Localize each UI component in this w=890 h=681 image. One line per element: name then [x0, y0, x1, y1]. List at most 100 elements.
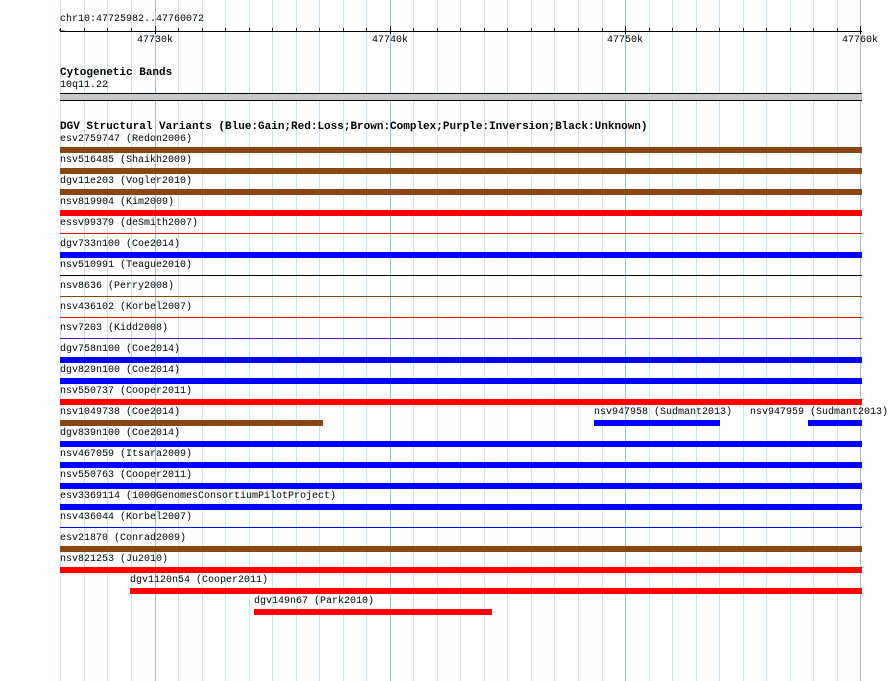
ruler-tick-label: 47750k [606, 35, 644, 46]
ruler-tick [743, 28, 744, 32]
grid-line [672, 0, 673, 681]
grid-line [343, 0, 344, 681]
variant-complex-bar[interactable] [60, 546, 862, 552]
ruler-tick [578, 28, 579, 32]
ruler-tick [860, 26, 861, 34]
variant-gain-bar[interactable] [60, 357, 862, 363]
ruler-tick [437, 28, 438, 32]
variant-loss-bar[interactable] [60, 233, 862, 234]
ruler-tick [766, 28, 767, 32]
ruler-tick [602, 28, 603, 32]
ruler-tick [837, 28, 838, 32]
grid-line [790, 0, 791, 681]
ruler-tick [155, 26, 156, 34]
cytoband-track-title: Cytogenetic Bands [60, 67, 173, 79]
variant-label: nsv7203 (Kidd2008) [60, 323, 169, 334]
ruler-tick-label: 47740k [371, 35, 409, 46]
variant-loss-bar[interactable] [130, 588, 862, 594]
grid-line [366, 0, 367, 681]
variant-label: nsv8636 (Perry2008) [60, 281, 175, 292]
grid-line [743, 0, 744, 681]
variant-gain-bar[interactable] [60, 527, 862, 528]
grid-line [484, 0, 485, 681]
grid-line [602, 0, 603, 681]
grid-line [413, 0, 414, 681]
variant-inversion-bar[interactable] [60, 338, 862, 339]
variant-label: esv2759747 (Redon2006) [60, 134, 193, 145]
variant-complex-bar[interactable] [60, 420, 323, 426]
ruler-tick [319, 28, 320, 32]
variant-label: esv3369114 (1000GenomesConsortiumPilotPr… [60, 491, 337, 502]
grid-line [60, 0, 61, 681]
grid-line [272, 0, 273, 681]
ruler-axis [60, 31, 862, 32]
variant-loss-bar[interactable] [60, 317, 862, 318]
grid-line [554, 0, 555, 681]
ruler-tick [131, 28, 132, 32]
ruler-tick [507, 28, 508, 32]
grid-line [531, 0, 532, 681]
ruler-tick [366, 28, 367, 32]
variant-label: nsv947959 (Sudmant2013) [750, 407, 889, 418]
grid-line [719, 0, 720, 681]
variant-unknown-bar[interactable] [60, 275, 862, 276]
variant-gain-bar[interactable] [60, 441, 862, 447]
ruler-tick [813, 28, 814, 32]
variant-label: dgv149n67 (Park2010) [254, 596, 375, 607]
variant-gain-bar[interactable] [60, 504, 862, 510]
variant-gain-bar[interactable] [808, 420, 862, 426]
grid-line [837, 0, 838, 681]
variant-gain-bar[interactable] [60, 462, 862, 468]
grid-line [696, 0, 697, 681]
variant-complex-bar[interactable] [60, 147, 862, 153]
grid-line [296, 0, 297, 681]
cytoband-bar[interactable] [60, 93, 862, 101]
grid-line [319, 0, 320, 681]
grid-line [460, 0, 461, 681]
variant-label: nsv550737 (Cooper2011) [60, 386, 193, 397]
variant-label: nsv819904 (Kim2009) [60, 197, 175, 208]
ruler-tick [625, 26, 626, 34]
grid-line [390, 0, 391, 681]
variant-label: nsv510991 (Teague2010) [60, 260, 193, 271]
ruler-tick [84, 28, 85, 32]
variant-label: dgv733n100 (Coe2014) [60, 239, 181, 250]
grid-line [860, 0, 861, 681]
ruler-tick [343, 28, 344, 32]
cytoband-label: 10q11.22 [60, 80, 109, 91]
variant-complex-bar[interactable] [60, 168, 862, 174]
variant-gain-bar[interactable] [594, 420, 720, 426]
variant-gain-bar[interactable] [60, 378, 862, 384]
ruler-tick [272, 28, 273, 32]
ruler-tick [60, 28, 61, 32]
variant-label: dgv1120n54 (Cooper2011) [130, 575, 269, 586]
variant-label: nsv1049738 (Coe2014) [60, 407, 181, 418]
variant-label: nsv516485 (Shaikh2009) [60, 155, 193, 166]
location-label: chr10:47725982..47760072 [60, 14, 205, 25]
variant-label: nsv436044 (Korbel2007) [60, 512, 193, 523]
ruler-tick [554, 28, 555, 32]
grid-line [107, 0, 108, 681]
variant-loss-bar[interactable] [60, 399, 862, 405]
variant-gain-bar[interactable] [60, 252, 862, 258]
variant-loss-bar[interactable] [60, 567, 862, 573]
variant-complex-bar[interactable] [60, 189, 862, 195]
variant-complex-bar[interactable] [60, 296, 862, 297]
grid-line [578, 0, 579, 681]
variant-gain-bar[interactable] [60, 483, 862, 489]
ruler-tick [413, 28, 414, 32]
variant-label: nsv550763 (Cooper2011) [60, 470, 193, 481]
grid-line [84, 0, 85, 681]
ruler-tick [202, 28, 203, 32]
variant-label: nsv467059 (Itsara2009) [60, 449, 193, 460]
ruler-tick [178, 28, 179, 32]
grid-line [813, 0, 814, 681]
variant-label: dgv829n100 (Coe2014) [60, 365, 181, 376]
variant-label: nsv947958 (Sudmant2013) [594, 407, 733, 418]
dgv-track-title: DGV Structural Variants (Blue:Gain;Red:L… [60, 121, 648, 133]
ruler-tick [296, 28, 297, 32]
ruler-tick [531, 28, 532, 32]
variant-loss-bar[interactable] [254, 609, 492, 615]
variant-loss-bar[interactable] [60, 210, 862, 216]
variant-label: esv21870 (Conrad2009) [60, 533, 187, 544]
